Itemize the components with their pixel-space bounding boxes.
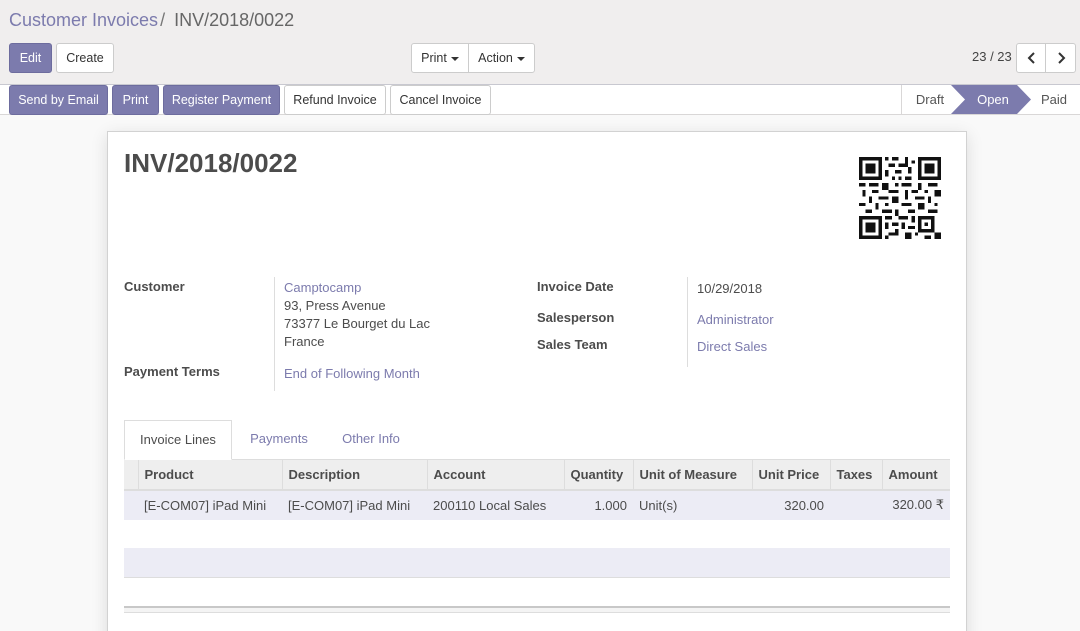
column-header-amount[interactable]: Amount <box>882 460 950 491</box>
invoice-date-label: Invoice Date <box>537 279 614 294</box>
caret-down-icon <box>516 56 525 61</box>
send-by-email-button[interactable]: Send by Email <box>9 85 108 115</box>
customer-field: Camptocamp 93, Press Avenue 73377 Le Bou… <box>284 279 430 351</box>
empty-row <box>124 578 950 608</box>
sales-team-label: Sales Team <box>537 337 608 352</box>
breadcrumb-customer-invoices[interactable]: Customer Invoices <box>9 10 158 30</box>
field-separator <box>274 277 275 391</box>
caret-down-icon <box>450 56 459 61</box>
breadcrumb-current: INV/2018/0022 <box>174 10 295 30</box>
pager-next-button[interactable] <box>1045 43 1076 73</box>
column-header-account[interactable]: Account <box>427 460 565 491</box>
cell-taxes <box>830 490 882 521</box>
form-statusbar: Send by Email Print Register Payment Ref… <box>0 84 1080 115</box>
table-footer <box>124 606 950 613</box>
cell-description: [E-COM07] iPad Mini <box>282 490 427 521</box>
invoice-date-value: 10/29/2018 <box>697 281 763 296</box>
breadcrumb-separator: / <box>160 10 166 30</box>
cell-unit-of-measure: Unit(s) <box>633 490 752 521</box>
customer-country: France <box>284 334 325 349</box>
cell-amount: 320.00 ₹ <box>882 490 950 521</box>
print-dropdown-button[interactable]: Print <box>411 43 469 73</box>
table-row[interactable]: [E-COM07] iPad Mini [E-COM07] iPad Mini … <box>124 490 950 521</box>
register-payment-button[interactable]: Register Payment <box>163 85 280 115</box>
row-handle-header <box>124 460 139 491</box>
invoice-lines-table: Product Description Account Quantity Uni… <box>124 460 950 521</box>
qr-code-icon <box>859 157 941 239</box>
print-invoice-button[interactable]: Print <box>112 85 159 115</box>
tab-invoice-lines[interactable]: Invoice Lines <box>124 420 232 460</box>
column-header-quantity[interactable]: Quantity <box>564 460 634 491</box>
status-draft: Draft <box>915 92 945 107</box>
pager-previous-button[interactable] <box>1016 43 1046 73</box>
column-header-taxes[interactable]: Taxes <box>830 460 883 491</box>
breadcrumb: Customer Invoices / INV/2018/0022 <box>9 9 294 31</box>
salesperson-label: Salesperson <box>537 310 615 325</box>
customer-city: 73377 Le Bourget du Lac <box>284 316 431 331</box>
create-button[interactable]: Create <box>56 43 114 73</box>
empty-row <box>124 548 950 578</box>
cancel-invoice-button[interactable]: Cancel Invoice <box>390 85 491 115</box>
tab-other-info[interactable]: Other Info <box>326 420 416 460</box>
action-dropdown-label: Action <box>478 51 513 65</box>
row-handle <box>124 490 138 521</box>
invoice-number-title: INV/2018/0022 <box>124 148 298 178</box>
customer-name-link[interactable]: Camptocamp <box>284 279 430 297</box>
invoice-sheet: INV/2018/0022 Customer Camptocamp 93, Pr… <box>107 131 967 631</box>
customer-street: 93, Press Avenue <box>284 298 386 313</box>
table-header-row: Product Description Account Quantity Uni… <box>124 460 950 491</box>
sales-team-link[interactable]: Direct Sales <box>697 338 767 356</box>
field-separator <box>687 277 688 367</box>
customer-label: Customer <box>124 279 185 294</box>
status-open: Open <box>951 85 1031 114</box>
chevron-left-icon <box>1027 52 1035 64</box>
tab-payments[interactable]: Payments <box>232 420 326 460</box>
action-dropdown-button[interactable]: Action <box>468 43 535 73</box>
status-paid: Paid <box>1040 92 1068 107</box>
control-panel: Customer Invoices / INV/2018/0022 Edit Cr… <box>0 0 1080 84</box>
cell-quantity: 1.000 <box>564 490 633 521</box>
column-header-description[interactable]: Description <box>282 460 428 491</box>
cell-product: [E-COM07] iPad Mini <box>138 490 282 521</box>
payment-terms-link[interactable]: End of Following Month <box>284 365 420 383</box>
salesperson-link[interactable]: Administrator <box>697 311 774 329</box>
column-header-unit-of-measure[interactable]: Unit of Measure <box>633 460 753 491</box>
pager-value[interactable]: 23 / 23 <box>972 49 1012 64</box>
empty-row <box>124 520 950 550</box>
chevron-right-icon <box>1058 52 1066 64</box>
cell-account: 200110 Local Sales <box>427 490 564 521</box>
edit-button[interactable]: Edit <box>9 43 52 73</box>
payment-terms-label: Payment Terms <box>124 364 220 379</box>
print-dropdown-label: Print <box>421 51 447 65</box>
column-header-product[interactable]: Product <box>138 460 283 491</box>
column-header-unit-price[interactable]: Unit Price <box>752 460 831 491</box>
cell-unit-price: 320.00 <box>752 490 830 521</box>
refund-invoice-button[interactable]: Refund Invoice <box>284 85 386 115</box>
